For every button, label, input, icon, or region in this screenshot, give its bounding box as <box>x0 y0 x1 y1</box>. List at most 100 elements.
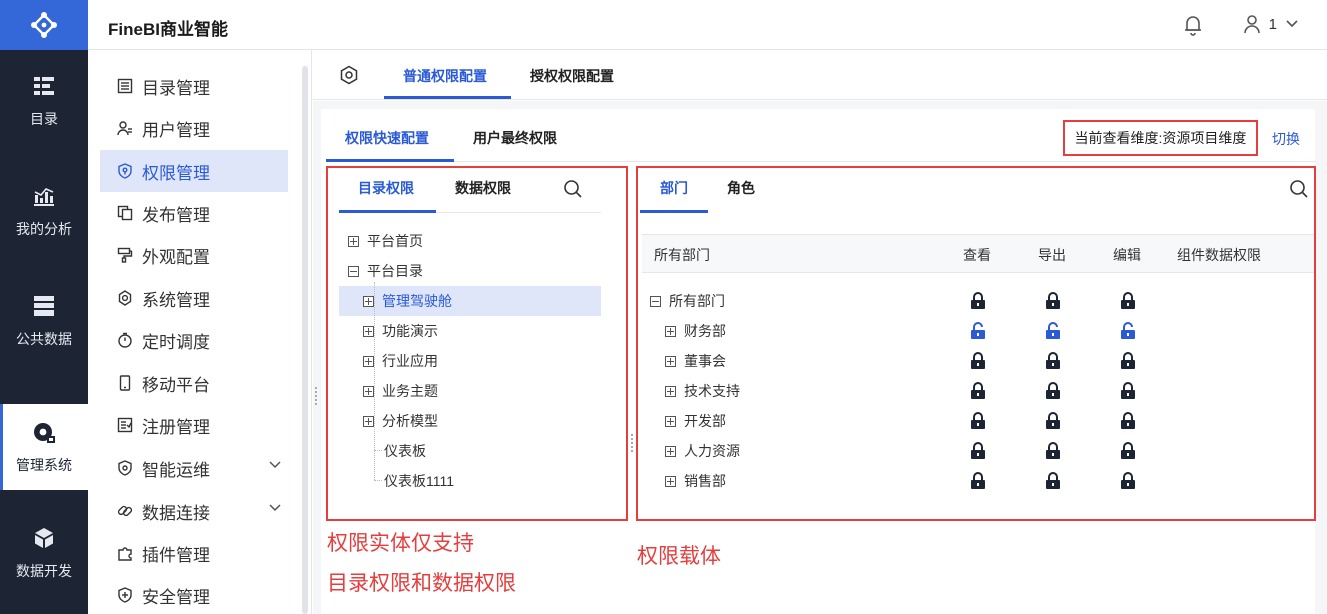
tree-node[interactable]: 仪表板1111 <box>384 466 454 496</box>
tab-department[interactable]: 部门 <box>660 178 688 198</box>
table-row[interactable]: 技术支持 <box>665 376 740 406</box>
expand-icon[interactable] <box>363 415 374 427</box>
sidebar-scrollbar[interactable] <box>302 66 308 614</box>
expand-icon[interactable] <box>348 235 359 247</box>
lock-icon[interactable] <box>1120 292 1136 310</box>
table-row[interactable]: 销售部 <box>665 466 726 496</box>
sidebar-item-data-connection[interactable]: 数据连接 <box>100 490 288 532</box>
tree-node[interactable]: 分析模型 <box>363 406 438 436</box>
expand-icon[interactable] <box>665 385 676 397</box>
lock-icon[interactable] <box>1120 352 1136 370</box>
expand-icon[interactable] <box>363 355 374 367</box>
tab-grant-permission[interactable]: 授权权限配置 <box>530 66 614 86</box>
sidebar-item-system-mgmt[interactable]: 系统管理 <box>100 277 288 319</box>
sidebar-item-ops[interactable]: 智能运维 <box>100 447 288 489</box>
rail-item-public-data[interactable]: 公共数据 <box>0 278 88 364</box>
rail-item-data-dev[interactable]: 数据开发 <box>0 510 88 596</box>
collapse-icon[interactable] <box>650 295 661 307</box>
sidebar-item-plugin[interactable]: 插件管理 <box>100 532 288 574</box>
switch-dimension-link[interactable]: 切换 <box>1272 129 1300 149</box>
table-row[interactable]: 董事会 <box>665 346 726 376</box>
tab-user-final-permission[interactable]: 用户最终权限 <box>473 128 557 148</box>
sidebar-item-appearance[interactable]: 外观配置 <box>100 234 288 276</box>
register-icon <box>116 416 134 434</box>
sidebar-item-label: 安全管理 <box>142 587 210 607</box>
tree-node[interactable]: 仪表板 <box>384 436 426 466</box>
search-icon[interactable] <box>1289 179 1309 204</box>
sidebar-item-security[interactable]: 安全管理 <box>100 574 288 614</box>
expand-icon[interactable] <box>665 355 676 367</box>
shield-icon <box>116 162 134 180</box>
chevron-down-icon[interactable] <box>268 460 282 470</box>
tree-node[interactable]: 平台首页 <box>348 226 423 256</box>
unlock-icon[interactable] <box>1120 322 1136 340</box>
tree-node[interactable]: 业务主题 <box>363 376 438 406</box>
rail-item-catalog[interactable]: 目录 <box>0 58 88 144</box>
expand-icon[interactable] <box>665 325 676 337</box>
lock-icon[interactable] <box>1120 412 1136 430</box>
lock-icon[interactable] <box>1120 382 1136 400</box>
lock-icon[interactable] <box>1120 442 1136 460</box>
tab-quick-config[interactable]: 权限快速配置 <box>345 128 429 148</box>
tree-node[interactable]: 功能演示 <box>363 316 438 346</box>
chevron-down-icon[interactable] <box>268 503 282 513</box>
active-left-tab-underline <box>339 210 436 213</box>
lock-icon[interactable] <box>1045 442 1061 460</box>
unlock-icon[interactable] <box>1045 322 1061 340</box>
table-row[interactable]: 所有部门 <box>650 286 725 316</box>
lock-icon[interactable] <box>970 292 986 310</box>
resize-handle[interactable] <box>315 387 319 405</box>
search-icon[interactable] <box>563 179 583 204</box>
lock-icon[interactable] <box>1045 292 1061 310</box>
expand-icon[interactable] <box>665 475 676 487</box>
tab-role[interactable]: 角色 <box>727 178 755 198</box>
user-menu[interactable]: 1 <box>1243 14 1299 34</box>
active-tab-underline <box>384 96 511 99</box>
resize-handle[interactable] <box>631 434 635 452</box>
timer-icon <box>116 331 134 349</box>
tree-node-selected[interactable]: 管理驾驶舱 <box>363 286 452 316</box>
sidebar-item-mobile[interactable]: 移动平台 <box>100 362 288 404</box>
lock-icon[interactable] <box>970 472 986 490</box>
expand-icon[interactable] <box>665 415 676 427</box>
lock-icon[interactable] <box>1045 412 1061 430</box>
lock-icon[interactable] <box>1045 352 1061 370</box>
sidebar-item-permission-mgmt[interactable]: 权限管理 <box>100 150 288 192</box>
settings-gear-icon[interactable] <box>339 65 359 90</box>
tab-catalog-permission[interactable]: 目录权限 <box>358 178 414 198</box>
expand-icon[interactable] <box>363 385 374 397</box>
table-row[interactable]: 开发部 <box>665 406 726 436</box>
table-row[interactable]: 人力资源 <box>665 436 740 466</box>
lock-icon[interactable] <box>1045 382 1061 400</box>
lock-icon[interactable] <box>970 412 986 430</box>
expand-icon[interactable] <box>665 445 676 457</box>
app-logo[interactable] <box>0 0 88 50</box>
permission-carrier-panel <box>636 166 1316 521</box>
tab-data-permission[interactable]: 数据权限 <box>455 178 511 198</box>
lock-icon[interactable] <box>1045 472 1061 490</box>
sidebar-item-schedule[interactable]: 定时调度 <box>100 319 288 361</box>
table-row[interactable]: 财务部 <box>665 316 726 346</box>
expand-icon[interactable] <box>363 295 374 307</box>
annotation-left-line1: 权限实体仅支持 <box>327 532 474 555</box>
rail-item-management[interactable]: 管理系统 <box>0 404 88 490</box>
gear-icon <box>116 289 134 307</box>
unlock-icon[interactable] <box>970 322 986 340</box>
tree-node[interactable]: 平台目录 <box>348 256 423 286</box>
sidebar-item-publish-mgmt[interactable]: 发布管理 <box>100 192 288 234</box>
tab-normal-permission[interactable]: 普通权限配置 <box>403 66 487 86</box>
sidebar-item-user-mgmt[interactable]: 用户管理 <box>100 107 288 149</box>
lock-icon[interactable] <box>1120 472 1136 490</box>
sidebar-item-register[interactable]: 注册管理 <box>100 404 288 446</box>
list-icon <box>116 77 134 95</box>
sidebar-item-catalog-mgmt[interactable]: 目录管理 <box>100 65 288 107</box>
tree-node[interactable]: 行业应用 <box>363 346 438 376</box>
lock-icon[interactable] <box>970 352 986 370</box>
notification-bell-icon[interactable] <box>1183 14 1203 41</box>
rail-item-my-analysis[interactable]: 我的分析 <box>0 168 88 254</box>
expand-icon[interactable] <box>363 325 374 337</box>
lock-icon[interactable] <box>970 442 986 460</box>
collapse-icon[interactable] <box>348 265 359 277</box>
app-title: FineBI商业智能 <box>108 20 228 39</box>
lock-icon[interactable] <box>970 382 986 400</box>
